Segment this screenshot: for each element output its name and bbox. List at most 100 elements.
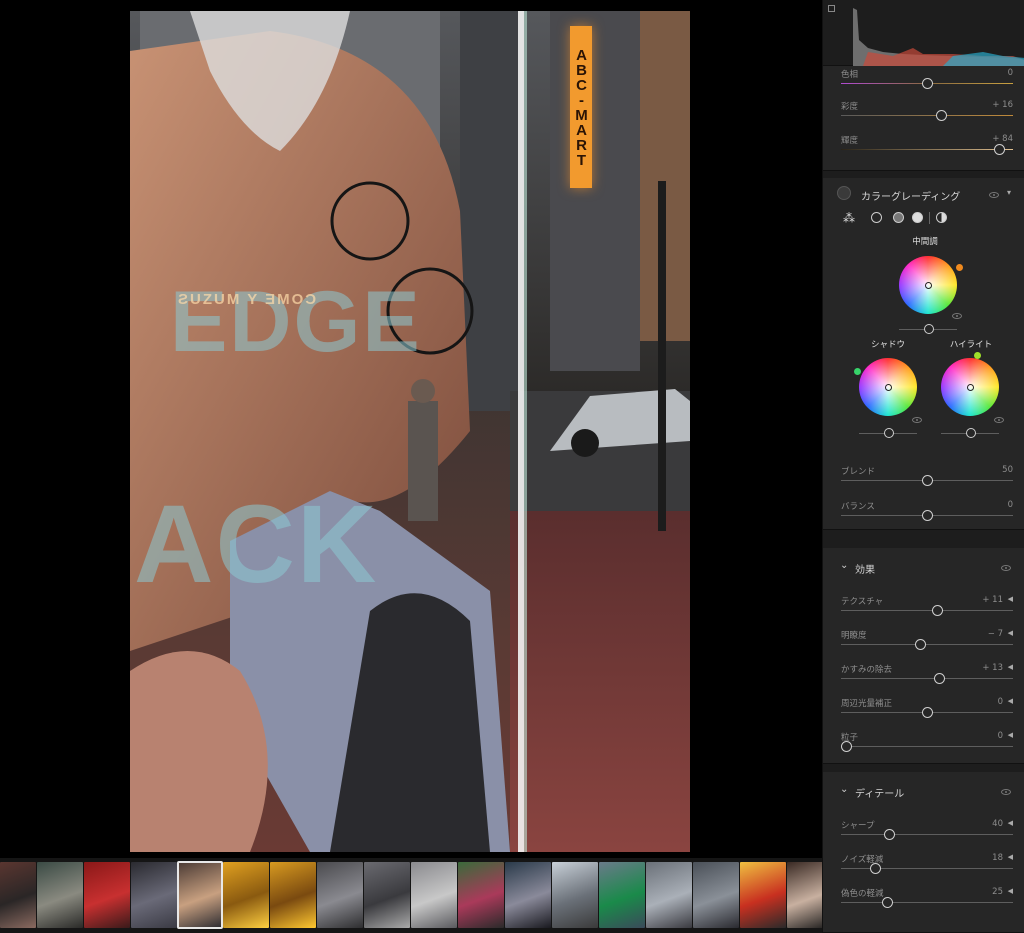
value-stepper-icon[interactable]: ◀ bbox=[1008, 663, 1013, 671]
filmstrip-thumbnail[interactable] bbox=[270, 862, 316, 928]
effects-knob[interactable] bbox=[915, 639, 927, 650]
value-stepper-icon[interactable]: ◀ bbox=[1008, 595, 1013, 603]
midtones-center-dot[interactable] bbox=[924, 281, 932, 289]
effects-knob[interactable] bbox=[932, 605, 944, 616]
filmstrip-thumbnail[interactable] bbox=[552, 862, 598, 928]
saturation-value: + 16 bbox=[992, 100, 1013, 110]
filmstrip-thumbnail[interactable] bbox=[37, 862, 83, 928]
three-circles-icon[interactable]: ⁂ bbox=[843, 211, 855, 225]
value-stepper-icon[interactable]: ◀ bbox=[1008, 819, 1013, 827]
photo-canvas[interactable]: ABC-MART EDGE ACK ƧUZUM Y ƎMOƆ bbox=[0, 0, 822, 858]
blend-row[interactable]: ブレンド 50 bbox=[841, 465, 1013, 495]
detail-row-1[interactable]: ノイズ軽減 18 ◀ bbox=[841, 853, 1013, 883]
effects-row-1[interactable]: 明瞭度 − 7 ◀ bbox=[841, 629, 1013, 659]
hsl-row-hue[interactable]: 色相 0 bbox=[841, 68, 1013, 98]
detail-knob[interactable] bbox=[884, 829, 896, 840]
effects-track[interactable] bbox=[841, 644, 1013, 645]
value-stepper-icon[interactable]: ◀ bbox=[1008, 887, 1013, 895]
effects-knob[interactable] bbox=[841, 741, 853, 752]
highlights-wheel[interactable] bbox=[941, 358, 999, 416]
effects-row-2[interactable]: かすみの除去 + 13 ◀ bbox=[841, 663, 1013, 693]
filmstrip-thumbnail[interactable] bbox=[693, 862, 739, 928]
global-half-circle-icon[interactable] bbox=[936, 212, 947, 223]
effects-row-0[interactable]: テクスチャ + 11 ◀ bbox=[841, 595, 1013, 625]
highlight-circle-icon[interactable] bbox=[912, 212, 923, 223]
effects-header[interactable]: ⌄ 効果 bbox=[823, 557, 1024, 579]
detail-track[interactable] bbox=[841, 868, 1013, 869]
chevron-down-icon[interactable]: ⌄ bbox=[840, 560, 848, 571]
detail-knob[interactable] bbox=[882, 897, 894, 908]
luminance-track[interactable] bbox=[841, 149, 1013, 150]
midtones-wheel[interactable] bbox=[899, 256, 957, 314]
hue-value: 0 bbox=[1007, 68, 1013, 78]
filmstrip-thumbnail[interactable] bbox=[84, 862, 130, 928]
highlights-center-dot[interactable] bbox=[966, 383, 974, 391]
hsl-row-saturation[interactable]: 彩度 + 16 bbox=[841, 100, 1013, 130]
effects-track[interactable] bbox=[841, 610, 1013, 611]
filmstrip-thumbnail[interactable] bbox=[740, 862, 786, 928]
highlights-handle[interactable] bbox=[974, 352, 981, 359]
filmstrip-thumbnail[interactable] bbox=[599, 862, 645, 928]
effects-knob[interactable] bbox=[934, 673, 946, 684]
balance-row[interactable]: バランス 0 bbox=[841, 500, 1013, 530]
shadows-center-dot[interactable] bbox=[884, 383, 892, 391]
saturation-knob[interactable] bbox=[935, 110, 947, 121]
midtones-handle[interactable] bbox=[956, 264, 963, 271]
overlay-text-ack: ACK bbox=[134, 483, 379, 606]
balance-knob[interactable] bbox=[922, 510, 933, 521]
shadows-handle[interactable] bbox=[854, 368, 861, 375]
midtone-circle-icon[interactable] bbox=[893, 212, 904, 223]
value-stepper-icon[interactable]: ◀ bbox=[1008, 697, 1013, 705]
filmstrip-thumbnail[interactable] bbox=[411, 862, 457, 928]
shadows-wheel[interactable] bbox=[859, 358, 917, 416]
histogram[interactable] bbox=[823, 0, 1024, 66]
filmstrip-thumbnail[interactable] bbox=[646, 862, 692, 928]
filmstrip-thumbnail[interactable] bbox=[364, 862, 410, 928]
dropdown-arrow-icon[interactable]: ▾ bbox=[1007, 188, 1011, 197]
highlights-luminance-slider[interactable] bbox=[941, 428, 999, 438]
edited-photo[interactable]: ABC-MART EDGE ACK ƧUZUM Y ƎMOƆ bbox=[130, 11, 690, 852]
effects-eye-icon[interactable] bbox=[1001, 565, 1011, 571]
hsl-row-luminance[interactable]: 輝度 + 84 bbox=[841, 134, 1013, 164]
clipping-indicator-icon[interactable] bbox=[828, 5, 835, 12]
detail-track[interactable] bbox=[841, 902, 1013, 903]
effects-value: − 7 bbox=[987, 629, 1003, 639]
detail-header[interactable]: ⌄ ディテール bbox=[823, 781, 1024, 803]
filmstrip-thumbnail[interactable] bbox=[177, 861, 223, 929]
effects-track[interactable] bbox=[841, 678, 1013, 679]
filmstrip-thumbnail[interactable] bbox=[0, 862, 36, 928]
effects-row-4[interactable]: 粒子 0 ◀ bbox=[841, 731, 1013, 761]
value-stepper-icon[interactable]: ◀ bbox=[1008, 853, 1013, 861]
luminance-knob[interactable] bbox=[994, 144, 1006, 155]
midtones-label: 中間調 bbox=[912, 237, 938, 247]
filmstrip-thumbnail[interactable] bbox=[505, 862, 551, 928]
effects-track[interactable] bbox=[841, 746, 1013, 747]
detail-row-0[interactable]: シャープ 40 ◀ bbox=[841, 819, 1013, 849]
detail-row-2[interactable]: 偽色の軽減 25 ◀ bbox=[841, 887, 1013, 917]
detail-knob[interactable] bbox=[870, 863, 882, 874]
filmstrip-thumbnail[interactable] bbox=[317, 862, 363, 928]
effects-knob[interactable] bbox=[922, 707, 933, 718]
detail-track[interactable] bbox=[841, 834, 1013, 835]
midtones-eye-icon[interactable] bbox=[952, 313, 962, 319]
blend-knob[interactable] bbox=[922, 475, 933, 486]
value-stepper-icon[interactable]: ◀ bbox=[1008, 629, 1013, 637]
hue-knob[interactable] bbox=[922, 78, 933, 89]
mirrored-text: ƧUZUM Y ƎMOƆ bbox=[178, 291, 319, 308]
chevron-down-icon[interactable]: ⌄ bbox=[840, 784, 848, 795]
effects-row-3[interactable]: 周辺光量補正 0 ◀ bbox=[841, 697, 1013, 727]
color-grading-header[interactable]: カラーグレーディング ▾ bbox=[823, 184, 1024, 206]
filmstrip-thumbnail[interactable] bbox=[131, 862, 177, 928]
filmstrip-thumbnail[interactable] bbox=[458, 862, 504, 928]
filmstrip-thumbnail[interactable] bbox=[223, 862, 269, 928]
shadow-circle-icon[interactable] bbox=[871, 212, 882, 223]
highlights-eye-icon[interactable] bbox=[994, 417, 1004, 423]
filmstrip[interactable] bbox=[0, 858, 831, 933]
value-stepper-icon[interactable]: ◀ bbox=[1008, 731, 1013, 739]
saturation-track[interactable] bbox=[841, 115, 1013, 116]
eye-icon[interactable] bbox=[989, 192, 999, 198]
detail-eye-icon[interactable] bbox=[1001, 789, 1011, 795]
shadows-eye-icon[interactable] bbox=[912, 417, 922, 423]
shadows-luminance-slider[interactable] bbox=[859, 428, 917, 438]
midtones-luminance-slider[interactable] bbox=[899, 324, 957, 334]
